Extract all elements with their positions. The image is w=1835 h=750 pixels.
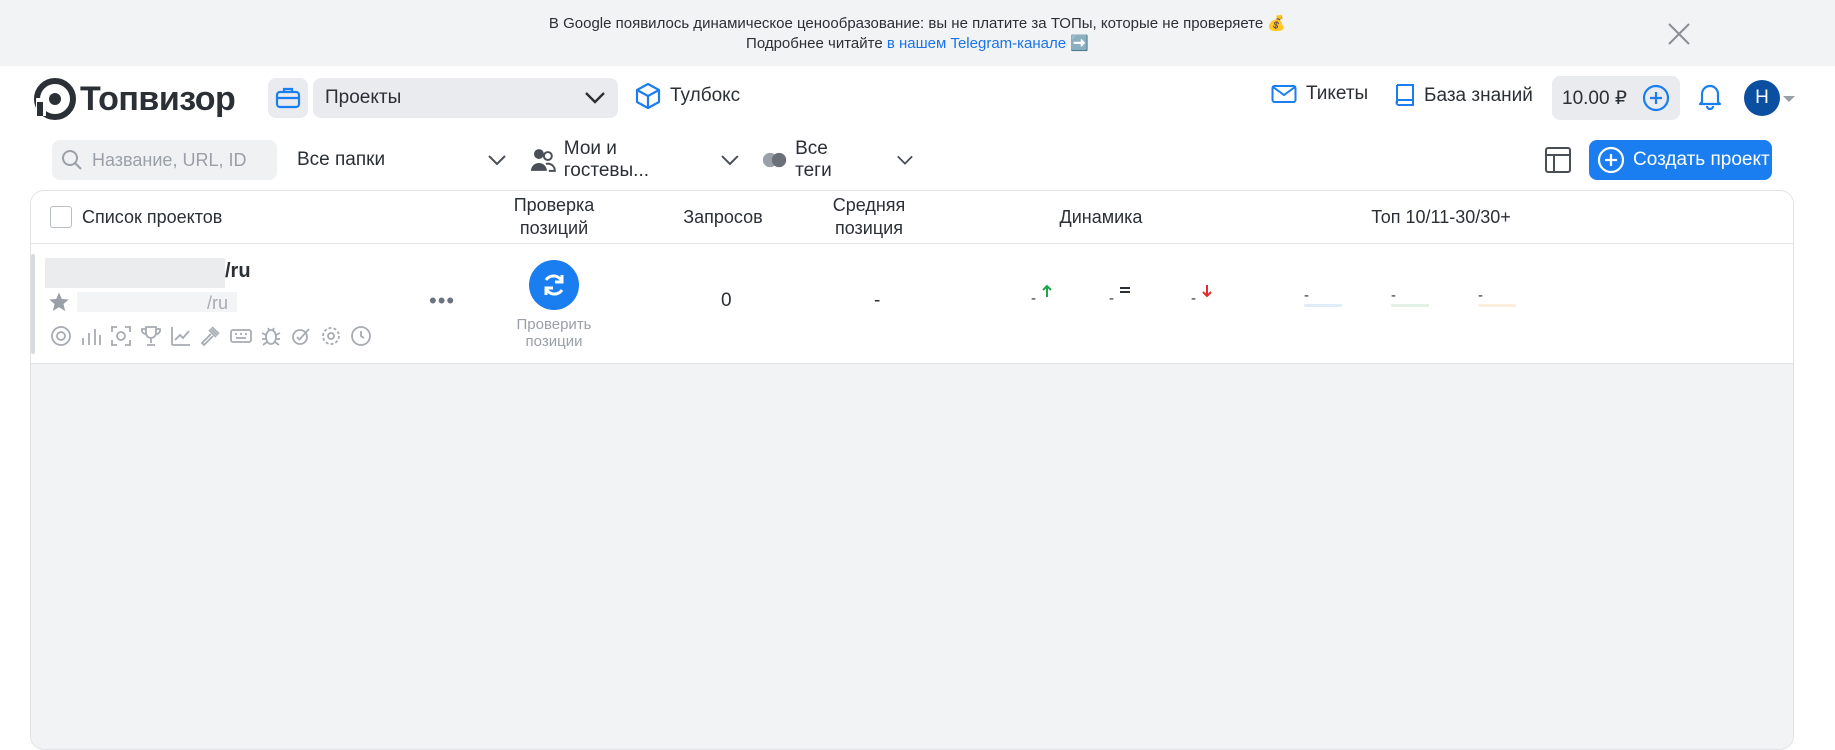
project-name[interactable]: /ru bbox=[225, 260, 251, 283]
avatar[interactable]: Н bbox=[1744, 80, 1780, 116]
link-check-icon[interactable] bbox=[289, 324, 313, 348]
more-icon[interactable]: ••• bbox=[429, 290, 455, 312]
header-avg-position[interactable]: Средняя позиция bbox=[821, 194, 917, 240]
create-project-label: Создать проект bbox=[1633, 149, 1770, 170]
plus-circle-icon[interactable] bbox=[1642, 84, 1670, 112]
folders-label: Все папки bbox=[297, 149, 386, 170]
folders-select[interactable]: Все папки bbox=[297, 140, 507, 180]
cube-icon bbox=[635, 82, 661, 110]
announcement-banner: В Google появилось динамическое ценообра… bbox=[0, 0, 1835, 66]
tags-label: Все теги bbox=[795, 138, 832, 181]
projects-select-label: Проекты bbox=[325, 87, 402, 108]
chevron-down-icon bbox=[488, 155, 506, 166]
banner-line-1: В Google появилось динамическое ценообра… bbox=[548, 15, 1287, 32]
star-icon[interactable] bbox=[48, 291, 70, 313]
logo-icon bbox=[34, 78, 76, 120]
bug-icon[interactable] bbox=[259, 324, 283, 348]
telegram-link[interactable]: в нашем Telegram-канале ➡️ bbox=[887, 35, 1089, 52]
header-projects: Список проектов bbox=[82, 207, 223, 227]
header-queries[interactable]: Запросов bbox=[663, 206, 783, 229]
gavel-icon[interactable] bbox=[199, 324, 223, 348]
knowledge-base-link[interactable]: База знаний bbox=[1393, 83, 1533, 109]
search-box[interactable] bbox=[52, 140, 277, 180]
table-layout-icon[interactable] bbox=[1544, 146, 1572, 174]
avg-position: - bbox=[874, 290, 881, 311]
queries-count: 0 bbox=[721, 290, 732, 311]
top11-30-bar bbox=[1391, 304, 1429, 307]
top10-bar bbox=[1304, 304, 1342, 307]
search-input[interactable] bbox=[92, 149, 262, 171]
search-icon bbox=[62, 150, 82, 170]
check-positions-label[interactable]: Проверить позиции bbox=[501, 316, 607, 350]
dynamics-up-value: - bbox=[1031, 290, 1036, 307]
refresh-icon bbox=[544, 274, 564, 296]
keyboard-icon[interactable] bbox=[229, 324, 253, 348]
owners-label: Мои и гостевы... bbox=[563, 138, 650, 181]
logo[interactable]: Топвизор bbox=[34, 78, 236, 120]
table-header: Список проектов Проверка позиций Запросо… bbox=[31, 191, 1793, 244]
users-icon bbox=[530, 149, 556, 172]
dynamics-eq-value: - bbox=[1109, 290, 1114, 307]
close-icon[interactable] bbox=[1667, 22, 1691, 46]
chevron-down-icon bbox=[721, 155, 739, 166]
briefcase-button[interactable] bbox=[268, 78, 308, 118]
projects-select[interactable]: Проекты bbox=[313, 78, 618, 118]
tags-select[interactable]: Все теги bbox=[762, 138, 914, 181]
tags-toggle-icon bbox=[762, 152, 787, 168]
trophy-icon[interactable] bbox=[139, 324, 163, 348]
filter-bar: Все папки Мои и гостевы... Все теги bbox=[0, 138, 1835, 182]
top10-value: - bbox=[1304, 287, 1309, 304]
banner-line-2-prefix: Подробнее читайте bbox=[746, 35, 883, 52]
toolbox-label: Тулбокс bbox=[670, 85, 741, 106]
knowledge-base-label: База знаний bbox=[1424, 85, 1533, 106]
briefcase-icon bbox=[275, 87, 301, 109]
tickets-label: Тикеты bbox=[1306, 83, 1369, 104]
radar-icon[interactable] bbox=[49, 324, 73, 348]
table-row[interactable]: /ru /ru ••• Проверить позиции 0 - - - - … bbox=[31, 244, 1793, 364]
envelope-icon bbox=[1271, 85, 1297, 103]
banner-line-2: Подробнее читайте в нашем Telegram-канал… bbox=[0, 34, 1835, 52]
book-icon bbox=[1395, 84, 1414, 106]
toolbox-link[interactable]: Тулбокс bbox=[634, 82, 740, 110]
clock-icon[interactable] bbox=[349, 324, 373, 348]
header-dynamics[interactable]: Динамика bbox=[1031, 206, 1171, 229]
top30plus-bar bbox=[1478, 304, 1516, 307]
projects-table: Список проектов Проверка позиций Запросо… bbox=[30, 190, 1794, 750]
top30plus-value: - bbox=[1478, 287, 1483, 304]
gear-icon[interactable] bbox=[319, 324, 343, 348]
project-tools bbox=[49, 324, 373, 348]
tickets-link[interactable]: Тикеты bbox=[1271, 83, 1368, 105]
arrow-down-icon bbox=[1202, 285, 1212, 298]
balance-widget[interactable]: 10.00 ₽ bbox=[1552, 76, 1680, 120]
trend-icon[interactable] bbox=[169, 324, 193, 348]
plus-circle-icon bbox=[1597, 146, 1625, 174]
scan-icon[interactable] bbox=[109, 324, 133, 348]
caret-down-icon[interactable] bbox=[1783, 96, 1795, 102]
equal-icon bbox=[1120, 287, 1130, 293]
bell-icon[interactable] bbox=[1697, 82, 1723, 110]
arrow-up-icon bbox=[1042, 284, 1052, 297]
header-top[interactable]: Топ 10/11-30/30+ bbox=[1331, 206, 1551, 229]
owners-select[interactable]: Мои и гостевы... bbox=[530, 138, 740, 181]
top-header: Топвизор Проекты Тулбокс Тикеты База зна… bbox=[0, 66, 1835, 130]
chevron-down-icon bbox=[897, 155, 913, 165]
balance-value: 10.00 ₽ bbox=[1562, 87, 1627, 109]
chevron-down-icon bbox=[585, 92, 605, 104]
row-accent bbox=[31, 254, 35, 354]
bar-chart-icon[interactable] bbox=[79, 324, 103, 348]
project-url[interactable]: /ru bbox=[207, 293, 228, 314]
check-positions-button[interactable] bbox=[529, 260, 579, 310]
dynamics-down-value: - bbox=[1191, 290, 1196, 307]
redacted-name bbox=[45, 258, 225, 288]
header-check-positions[interactable]: Проверка позиций bbox=[501, 194, 607, 240]
logo-text: Топвизор bbox=[80, 79, 236, 118]
create-project-button[interactable]: Создать проект bbox=[1589, 140, 1772, 180]
select-all-checkbox[interactable] bbox=[50, 206, 72, 228]
top11-30-value: - bbox=[1391, 287, 1396, 304]
